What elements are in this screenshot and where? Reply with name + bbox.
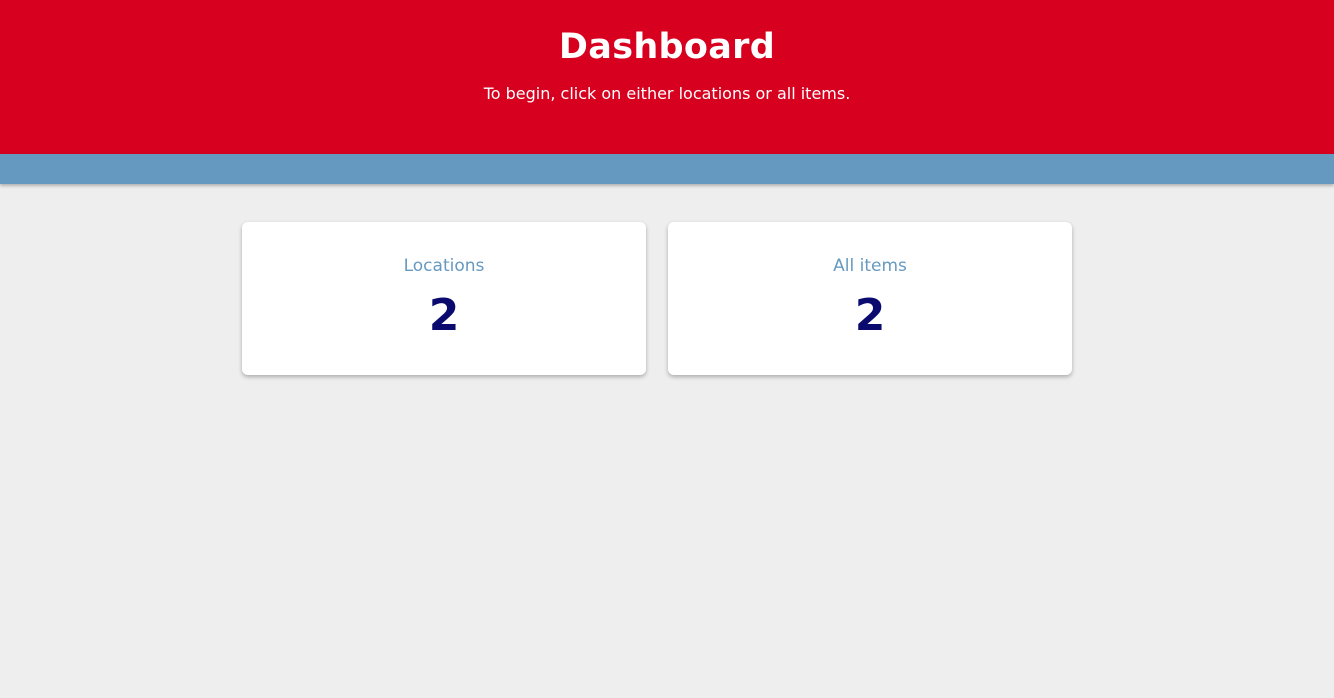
locations-count: 2 (428, 290, 460, 341)
page-subtitle: To begin, click on either locations or a… (483, 84, 851, 103)
page-title: Dashboard (558, 27, 776, 67)
all-items-card-label: All items (833, 256, 907, 276)
nav-bar (0, 154, 1334, 184)
locations-card[interactable]: Locations 2 (242, 222, 646, 375)
header: Dashboard To begin, click on either loca… (0, 0, 1334, 154)
all-items-card[interactable]: All items 2 (668, 222, 1072, 375)
all-items-count: 2 (854, 290, 886, 341)
locations-card-label: Locations (403, 256, 485, 276)
